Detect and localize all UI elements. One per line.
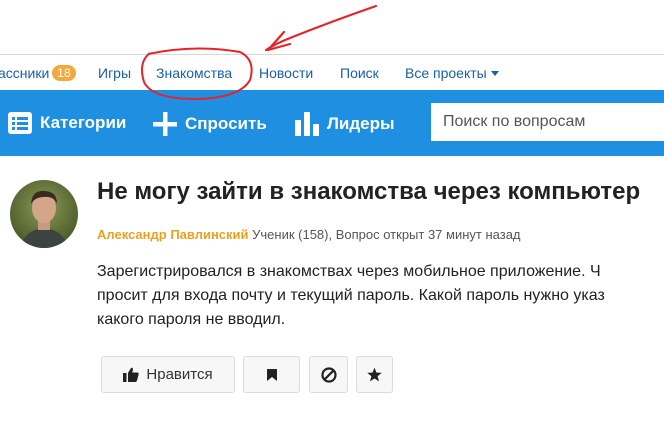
bookmark-button[interactable] xyxy=(243,356,300,393)
question-title: Не могу зайти в знакомства через компьют… xyxy=(97,178,641,205)
nav-item-search[interactable]: Поиск xyxy=(340,65,379,81)
annotation-arrow-icon xyxy=(264,4,378,52)
nav-item-label: ассники xyxy=(0,65,50,81)
avatar[interactable] xyxy=(10,180,78,248)
bookmark-icon xyxy=(266,368,277,381)
favorite-button[interactable] xyxy=(356,356,393,393)
nav-item-dating[interactable]: Знакомства xyxy=(156,65,232,81)
nav-item-classmates[interactable]: ассники 18 xyxy=(0,65,76,81)
block-icon xyxy=(320,366,337,383)
question-body-line: просит для входа почту и текущий пароль.… xyxy=(97,287,605,304)
ask-button[interactable]: Спросить xyxy=(153,112,267,136)
categories-label: Категории xyxy=(40,113,127,132)
thumbs-up-icon xyxy=(123,367,140,382)
like-button[interactable]: Нравится xyxy=(101,356,235,393)
categories-button[interactable]: Категории xyxy=(8,112,126,134)
author-link[interactable]: Александр Павлинский xyxy=(97,227,249,242)
nav-item-games[interactable]: Игры xyxy=(98,65,131,81)
bar-chart-icon xyxy=(295,112,319,136)
question-meta: Александр Павлинский Ученик (158), Вопро… xyxy=(97,227,521,242)
like-label: Нравится xyxy=(146,366,213,383)
nav-item-label: Все проекты xyxy=(405,65,487,81)
leaders-button[interactable]: Лидеры xyxy=(295,112,395,136)
main-toolbar: Категории Спросить Лидеры xyxy=(0,90,664,156)
notification-badge: 18 xyxy=(52,65,76,81)
nav-item-news[interactable]: Новости xyxy=(259,65,313,81)
top-divider xyxy=(0,54,664,55)
top-nav: ассники 18 Игры Знакомства Новости Поиск … xyxy=(0,56,664,90)
question-meta-info: Ученик (158), Вопрос открыт 37 минут наз… xyxy=(248,227,521,242)
plus-icon xyxy=(153,112,177,136)
page: ассники 18 Игры Знакомства Новости Поиск … xyxy=(0,0,664,447)
list-icon xyxy=(8,112,32,134)
star-icon xyxy=(367,367,382,382)
question-body-line: Зарегистрировался в знакомствах через мо… xyxy=(97,263,601,280)
search-input[interactable] xyxy=(431,103,664,141)
nav-item-all-projects[interactable]: Все проекты xyxy=(405,65,499,81)
question-body-line: какого пароля не вводил. xyxy=(97,311,286,328)
ask-label: Спросить xyxy=(185,114,267,133)
leaders-label: Лидеры xyxy=(327,114,395,133)
report-button[interactable] xyxy=(309,356,348,393)
chevron-down-icon xyxy=(490,71,499,76)
user-photo xyxy=(10,180,78,248)
question-body: Зарегистрировался в знакомствах через мо… xyxy=(97,260,664,332)
